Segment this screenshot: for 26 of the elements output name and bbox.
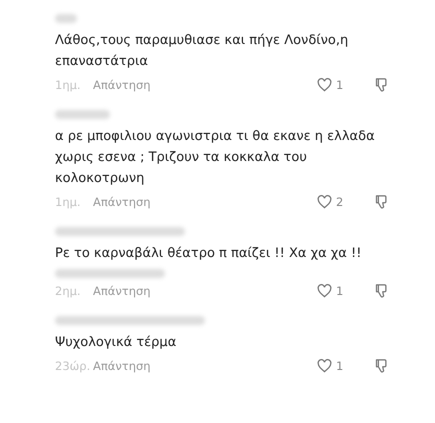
like-count: 1 — [336, 284, 344, 298]
like-count: 1 — [336, 78, 344, 92]
heart-icon[interactable] — [317, 358, 332, 372]
thumbs-down-icon[interactable] — [374, 77, 389, 92]
comment-text: Λάθος,τους παραμυθιασε και πήγε Λονδίνο,η επαναστάτρια — [55, 32, 350, 71]
timestamp: 1ημ. — [55, 78, 82, 92]
blurred-username — [55, 14, 77, 23]
heart-icon[interactable] — [317, 194, 332, 208]
heart-icon[interactable] — [317, 78, 332, 92]
blurred-username — [55, 110, 110, 119]
comment-text: Ψυχολογικά τέρμα — [55, 334, 178, 352]
thumbs-down-icon[interactable] — [374, 283, 389, 298]
comment-text: Ρε το καρναβάλι θέατρο π παίζει !! Χα χα χα !! — [55, 245, 362, 263]
timestamp: 23ώρ. — [55, 358, 92, 372]
timestamp: 1ημ. — [55, 194, 82, 208]
timestamp: 2ημ. — [55, 284, 82, 298]
reply-link[interactable]: Απάντηση — [93, 78, 317, 92]
comment-text: α ρε μποφιλιου αγωνιστρια τι θα εκανε η ελλαδα χωρις εσενα ; Τριζουν τα κοκκαλα του κολοκοτρωνη — [55, 128, 376, 188]
like-count: 2 — [336, 194, 344, 208]
reply-link[interactable]: Απάντηση — [93, 284, 317, 298]
like-count: 1 — [336, 358, 344, 372]
reply-link[interactable]: Απάντηση — [93, 194, 317, 208]
thumbs-down-icon[interactable] — [374, 194, 389, 209]
reply-link[interactable]: Απάντηση — [93, 358, 317, 372]
thumbs-down-icon[interactable] — [374, 358, 389, 373]
heart-icon[interactable] — [317, 284, 332, 298]
